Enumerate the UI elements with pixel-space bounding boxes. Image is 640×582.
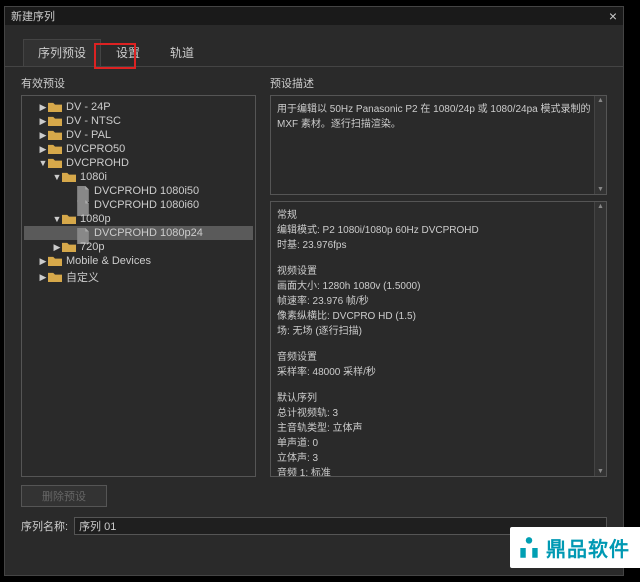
tree-item-label: Mobile & Devices — [66, 255, 151, 267]
folder-icon — [48, 102, 62, 113]
folder-icon — [48, 144, 62, 155]
tree-item-dvcprohd-1080i60[interactable]: DVCPROHD 1080i60 — [24, 198, 253, 212]
content-area: 有效预设 ▶ DV - 24P ▶ DV - NTSC ▶ DV - PAL ▶ DVCPRO… — [5, 67, 623, 485]
tree-item-1080i[interactable]: ▼ 1080i — [24, 170, 253, 184]
preset-icon — [76, 186, 90, 197]
preset-list-label: 有效预设 — [21, 75, 256, 91]
folder-icon — [48, 130, 62, 141]
tree-item-dvcprohd[interactable]: ▼ DVCPROHD — [24, 156, 253, 170]
tree-item-label: DVCPROHD 1080i60 — [94, 199, 199, 211]
chevron-right-icon: ▶ — [38, 144, 48, 155]
tree-item-dvcprohd-1080i50[interactable]: DVCPROHD 1080i50 — [24, 184, 253, 198]
watermark: 鼎品软件 — [510, 527, 640, 568]
chevron-right-icon: ▶ — [38, 116, 48, 127]
folder-icon — [62, 172, 76, 183]
chevron-right-icon: ▶ — [38, 256, 48, 267]
folder-icon — [62, 214, 76, 225]
folder-icon — [62, 242, 76, 253]
chevron-down-icon: ▼ — [52, 214, 62, 224]
new-sequence-dialog: 新建序列 × 序列预设 设置 轨道 有效预设 ▶ DV - 24P ▶ DV - NT… — [4, 6, 624, 576]
chevron-right-icon: ▶ — [38, 272, 48, 283]
tree-item-自定义[interactable]: ▶ 自定义 — [24, 268, 253, 286]
watermark-icon — [516, 535, 542, 561]
tree-item-label: DVCPROHD — [66, 157, 129, 169]
tree-item-dv---ntsc[interactable]: ▶ DV - NTSC — [24, 114, 253, 128]
chevron-right-icon: ▶ — [38, 130, 48, 141]
preset-desc-detail: 常规 编辑模式: P2 1080i/1080p 60Hz DVCPROHD 时基… — [270, 201, 607, 477]
tab-settings[interactable]: 设置 — [101, 39, 155, 66]
preset-tree[interactable]: ▶ DV - 24P ▶ DV - NTSC ▶ DV - PAL ▶ DVCPRO50 ▼ DV… — [21, 95, 256, 477]
preset-icon — [76, 228, 90, 239]
tree-item-label: DVCPROHD 1080i50 — [94, 185, 199, 197]
delete-preset-button[interactable]: 删除预设 — [21, 485, 107, 507]
tree-item-label: 720p — [80, 241, 104, 253]
folder-icon — [48, 272, 62, 283]
chevron-down-icon: ▼ — [52, 172, 62, 182]
tree-item-label: DV - PAL — [66, 129, 111, 141]
tree-item-label: 1080p — [80, 213, 111, 225]
tree-item-dv---24p[interactable]: ▶ DV - 24P — [24, 100, 253, 114]
tree-item-dvcprohd-1080p24[interactable]: DVCPROHD 1080p24 — [24, 226, 253, 240]
folder-icon — [48, 256, 62, 267]
tree-item-dv---pal[interactable]: ▶ DV - PAL — [24, 128, 253, 142]
close-icon[interactable]: × — [609, 8, 617, 24]
dialog-title: 新建序列 — [11, 8, 55, 24]
folder-icon — [48, 116, 62, 127]
sequence-name-label: 序列名称: — [21, 518, 68, 534]
watermark-text: 鼎品软件 — [546, 533, 630, 562]
tree-item-label: DV - 24P — [66, 101, 111, 113]
scrollbar[interactable] — [594, 202, 606, 476]
tree-item-label: DV - NTSC — [66, 115, 121, 127]
tree-item-label: DVCPRO50 — [66, 143, 125, 155]
tab-tracks[interactable]: 轨道 — [155, 39, 209, 66]
tree-item-1080p[interactable]: ▼ 1080p — [24, 212, 253, 226]
tree-item-mobile-&-devices[interactable]: ▶ Mobile & Devices — [24, 254, 253, 268]
tab-preset[interactable]: 序列预设 — [23, 39, 101, 66]
preset-desc-label: 预设描述 — [270, 75, 607, 91]
tree-item-label: 1080i — [80, 171, 107, 183]
tree-item-720p[interactable]: ▶ 720p — [24, 240, 253, 254]
tree-item-label: 自定义 — [66, 269, 99, 285]
tree-item-label: DVCPROHD 1080p24 — [94, 227, 203, 239]
tab-bar: 序列预设 设置 轨道 — [5, 25, 623, 67]
chevron-down-icon: ▼ — [38, 158, 48, 168]
chevron-right-icon: ▶ — [52, 242, 62, 253]
preset-icon — [76, 200, 90, 211]
folder-icon — [48, 158, 62, 169]
scrollbar[interactable] — [594, 96, 606, 194]
tree-item-dvcpro50[interactable]: ▶ DVCPRO50 — [24, 142, 253, 156]
titlebar: 新建序列 × — [5, 7, 623, 25]
chevron-right-icon: ▶ — [38, 102, 48, 113]
preset-desc-summary: 用于编辑以 50Hz Panasonic P2 在 1080/24p 或 108… — [270, 95, 607, 195]
